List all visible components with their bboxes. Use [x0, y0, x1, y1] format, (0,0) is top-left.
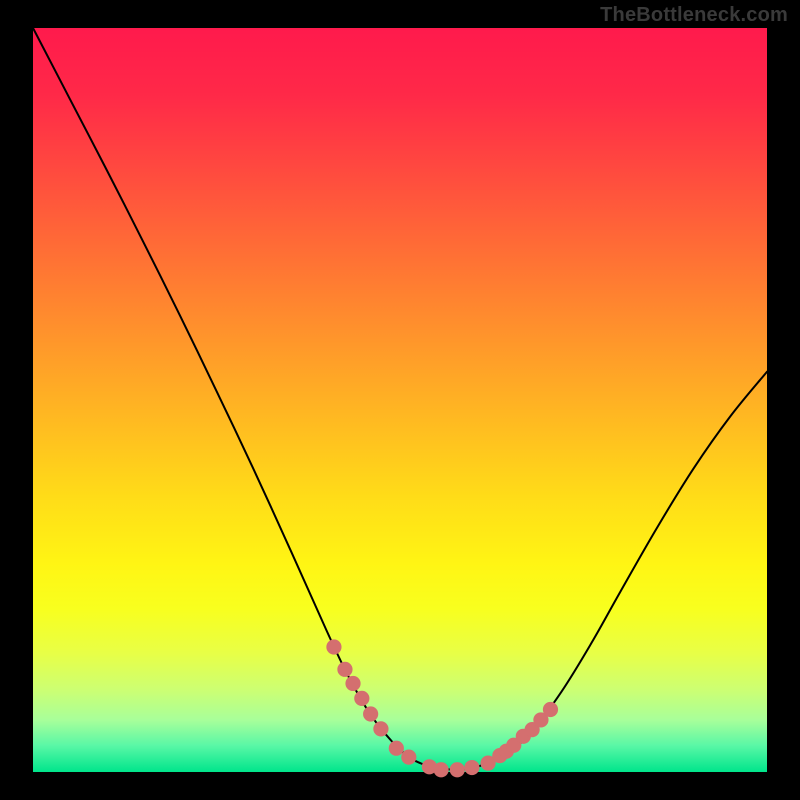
marker-dot — [401, 750, 416, 765]
watermark-text: TheBottleneck.com — [600, 4, 788, 27]
marker-dot — [464, 760, 479, 775]
marker-dot — [389, 741, 404, 756]
gradient-background — [33, 28, 767, 772]
marker-dot — [337, 662, 352, 677]
marker-dot — [543, 702, 558, 717]
chart-svg — [0, 0, 800, 800]
marker-dot — [363, 706, 378, 721]
marker-dot — [434, 762, 449, 777]
marker-dot — [450, 762, 465, 777]
marker-dot — [354, 691, 369, 706]
marker-dot — [373, 721, 388, 736]
marker-dot — [326, 639, 341, 654]
marker-dot — [345, 676, 360, 691]
chart-stage: TheBottleneck.com — [0, 0, 800, 800]
